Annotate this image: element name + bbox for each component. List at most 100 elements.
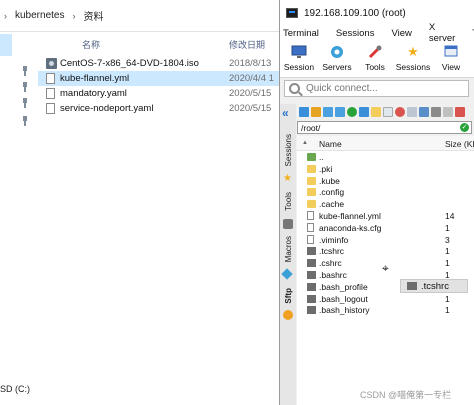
servers-icon [329, 44, 345, 60]
sftp-row-name: .cache [319, 199, 345, 210]
file-date: 2020/5/15 [229, 88, 272, 99]
tab-macros[interactable]: Macros [281, 236, 295, 262]
sftp-row-name: .bash_profile [319, 281, 368, 292]
mobaxterm-window: 192.168.109.100 (root) Terminal Sessions… [279, 0, 474, 405]
column-date[interactable]: 修改日期 [229, 38, 265, 51]
sftp-row-name: .bash_history [319, 305, 370, 316]
menu-terminal[interactable]: Terminal [283, 28, 319, 39]
menu-sessions[interactable]: Sessions [336, 28, 375, 39]
folder-icon [307, 200, 316, 209]
file-row[interactable]: kube-flannel.yml 2020/4/4 1 [38, 71, 282, 86]
sftp-toolbar [297, 104, 474, 120]
breadcrumb-kubernetes[interactable]: kubernetes [15, 10, 64, 21]
sftp-row[interactable]: .bash_logout 1 [297, 293, 474, 305]
folder-up-icon[interactable] [311, 107, 321, 117]
nav-selected-item[interactable] [0, 34, 12, 56]
file-row[interactable]: service-nodeport.yaml 2020/5/15 [38, 101, 282, 116]
open-icon[interactable] [359, 107, 369, 117]
quick-connect-field[interactable]: Quick connect... [284, 80, 469, 97]
mouse-cursor-icon: ⌖ [382, 261, 389, 275]
sftp-icon [283, 310, 293, 320]
sessions-button[interactable]: ★ Sessions [394, 40, 432, 78]
quick-connect-placeholder: Quick connect... [306, 83, 378, 94]
sftp-row-size: 1 [445, 305, 450, 316]
pin-icon[interactable] [20, 66, 30, 76]
sftp-row-name: .bash_logout [319, 293, 368, 304]
drag-ghost-item: .tcshrc [400, 279, 468, 293]
address-bar[interactable]: › kubernetes › 资料 [0, 0, 282, 32]
tab-sessions[interactable]: Sessions [281, 134, 295, 166]
view-button[interactable]: View [432, 40, 470, 78]
watermark: CSDN @喵俺第一专栏 [360, 390, 452, 400]
pin-icon[interactable] [20, 98, 30, 108]
column-size[interactable]: Size (KB [445, 139, 474, 149]
folder-icon [307, 164, 316, 173]
check-icon[interactable]: ✓ [460, 123, 469, 132]
collapse-sidebar-icon[interactable]: « [282, 106, 289, 120]
sftp-row-name: .tcshrc [319, 246, 345, 257]
file-date: 2020/5/15 [229, 103, 272, 114]
new-folder-icon[interactable] [371, 107, 381, 117]
sftp-path-field[interactable]: /root/ ✓ [297, 121, 472, 134]
hidden-file-icon [307, 294, 316, 303]
file-icon [407, 282, 417, 290]
sftp-row[interactable]: .. [297, 151, 474, 163]
sftp-row[interactable]: .pki [297, 163, 474, 175]
tools-button[interactable]: Tools [356, 40, 394, 78]
drive-c-item[interactable]: SD (C:) [0, 384, 30, 394]
file-icon [307, 234, 314, 244]
terminal-follow-icon[interactable] [443, 107, 453, 117]
rename-icon[interactable] [419, 107, 429, 117]
breadcrumb-current[interactable]: 资料 [83, 8, 103, 23]
sftp-row[interactable]: .cache [297, 198, 474, 210]
download-icon[interactable] [323, 107, 333, 117]
menu-bar: Terminal Sessions View X server T [280, 22, 474, 44]
text-file-icon [46, 103, 55, 114]
sftp-row[interactable]: kube-flannel.yml 14 [297, 210, 474, 222]
permissions-icon[interactable] [431, 107, 441, 117]
sftp-row-size: 1 [445, 293, 450, 304]
window-title: 192.168.109.100 (root) [304, 7, 406, 19]
sftp-list-header: ▲ Name Size (KB [297, 136, 474, 151]
file-icon [307, 222, 314, 232]
refresh-icon[interactable] [299, 107, 309, 117]
sftp-row[interactable]: .tcshrc 1 [297, 245, 474, 257]
sftp-row-name: .kube [319, 175, 340, 186]
tab-tools[interactable]: Tools [281, 192, 295, 211]
delete-icon[interactable] [395, 107, 405, 117]
upload-icon[interactable] [335, 107, 345, 117]
file-row[interactable]: CentOS-7-x86_64-DVD-1804.iso 2018/8/13 [38, 56, 282, 71]
file-icon [307, 210, 314, 220]
file-date: 2018/8/13 [229, 58, 272, 69]
sftp-row[interactable]: .config [297, 186, 474, 198]
servers-button[interactable]: Servers [318, 40, 356, 78]
file-row[interactable]: mandatory.yaml 2020/5/15 [38, 86, 282, 101]
properties-icon[interactable] [407, 107, 417, 117]
file-explorer-window: › kubernetes › 资料 SD (C:) 名称 修改日期 CentOS… [0, 0, 282, 405]
sftp-row[interactable]: anaconda-ks.cfg 1 [297, 222, 474, 234]
sftp-row[interactable]: .viminfo 3 [297, 234, 474, 246]
column-name[interactable]: Name [319, 139, 342, 149]
sftp-row[interactable]: .bash_history 1 [297, 304, 474, 316]
star-icon: ★ [283, 173, 292, 184]
session-button[interactable]: Session [280, 40, 318, 78]
macro-icon [281, 268, 293, 280]
text-file-icon [46, 88, 55, 99]
tab-sftp[interactable]: Sftp [281, 288, 295, 304]
sftp-row-size: 3 [445, 234, 450, 245]
sftp-row-size: 1 [445, 222, 450, 233]
file-name: CentOS-7-x86_64-DVD-1804.iso [60, 58, 199, 69]
pin-icon[interactable] [20, 116, 30, 126]
new-file-icon[interactable] [383, 107, 393, 117]
chevron-right-icon: › [4, 10, 7, 21]
file-name: service-nodeport.yaml [60, 103, 154, 114]
sftp-row-name: anaconda-ks.cfg [319, 222, 382, 233]
sftp-row[interactable]: .kube [297, 175, 474, 187]
navigation-pane [0, 32, 38, 405]
menu-view[interactable]: View [391, 28, 411, 39]
wrench-icon [283, 219, 293, 229]
column-name[interactable]: 名称 [82, 38, 100, 51]
link-icon[interactable] [455, 107, 465, 117]
sync-icon[interactable] [347, 107, 357, 117]
pin-icon[interactable] [20, 82, 30, 92]
